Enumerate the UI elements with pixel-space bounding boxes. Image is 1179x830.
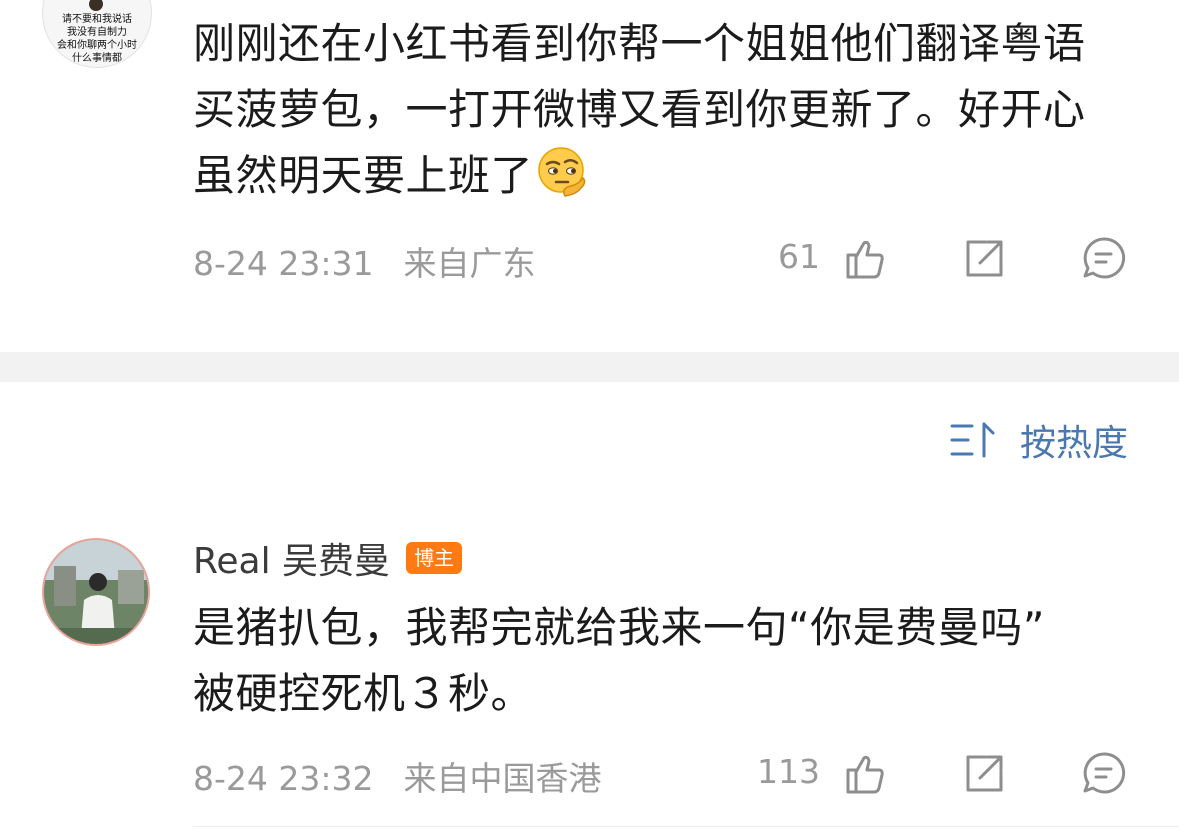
comment-time: 8-24 23:31 — [193, 244, 374, 283]
comment-body: 刚刚还在小红书看到你帮一个姐姐他们翻译粤语 买菠萝包，一打开微博又看到你更新了。… — [193, 11, 1153, 217]
like-icon[interactable] — [842, 235, 888, 281]
blogger-badge: 博主 — [406, 542, 463, 574]
thinking-face-emoji — [537, 146, 589, 217]
avatar-caption: 请不要和我说话 我没有自制力 会和你聊两个小时 什么事情都 — [57, 14, 137, 64]
section-divider — [0, 352, 1179, 382]
sort-icon — [948, 418, 996, 462]
comment-line: 被硬控死机３秒。 — [193, 669, 534, 718]
comment-location: 来自广东 — [403, 244, 536, 283]
comment-line: 刚刚还在小红书看到你帮一个姐姐他们翻译粤语 — [193, 19, 1086, 68]
sort-by-hot-button[interactable]: 按热度 — [948, 414, 1128, 466]
comment-separator — [193, 826, 1179, 827]
comment-time: 8-24 23:32 — [193, 759, 374, 798]
comment-line: 是猪扒包，我帮完就给我来一句“你是费曼吗” — [193, 603, 1046, 652]
comment-meta: 8-24 23:31 来自广东 — [193, 237, 536, 285]
comment-body: 是猪扒包，我帮完就给我来一句“你是费曼吗” 被硬控死机３秒。 — [193, 595, 1153, 727]
share-icon[interactable] — [962, 237, 1006, 281]
blogger-avatar[interactable] — [42, 538, 150, 646]
avatar-figure — [89, 0, 103, 11]
commenter-avatar[interactable]: 请不要和我说话 我没有自制力 会和你聊两个小时 什么事情都 — [42, 0, 152, 68]
share-icon[interactable] — [962, 752, 1006, 796]
reply-icon[interactable] — [1081, 235, 1127, 281]
sort-label: 按热度 — [1020, 423, 1129, 464]
like-icon[interactable] — [842, 750, 888, 796]
comment-author: Real 吴费曼 博主 — [193, 532, 463, 584]
comment-line: 虽然明天要上班了 — [193, 143, 1153, 217]
comment-line: 买菠萝包，一打开微博又看到你更新了。好开心 — [193, 85, 1086, 134]
like-count: 113 — [757, 752, 820, 791]
reply-icon[interactable] — [1081, 750, 1127, 796]
comment-meta: 8-24 23:32 来自中国香港 — [193, 752, 602, 800]
like-count: 61 — [778, 237, 820, 276]
username[interactable]: Real 吴费曼 — [193, 532, 390, 584]
comment-location: 来自中国香港 — [403, 759, 602, 798]
